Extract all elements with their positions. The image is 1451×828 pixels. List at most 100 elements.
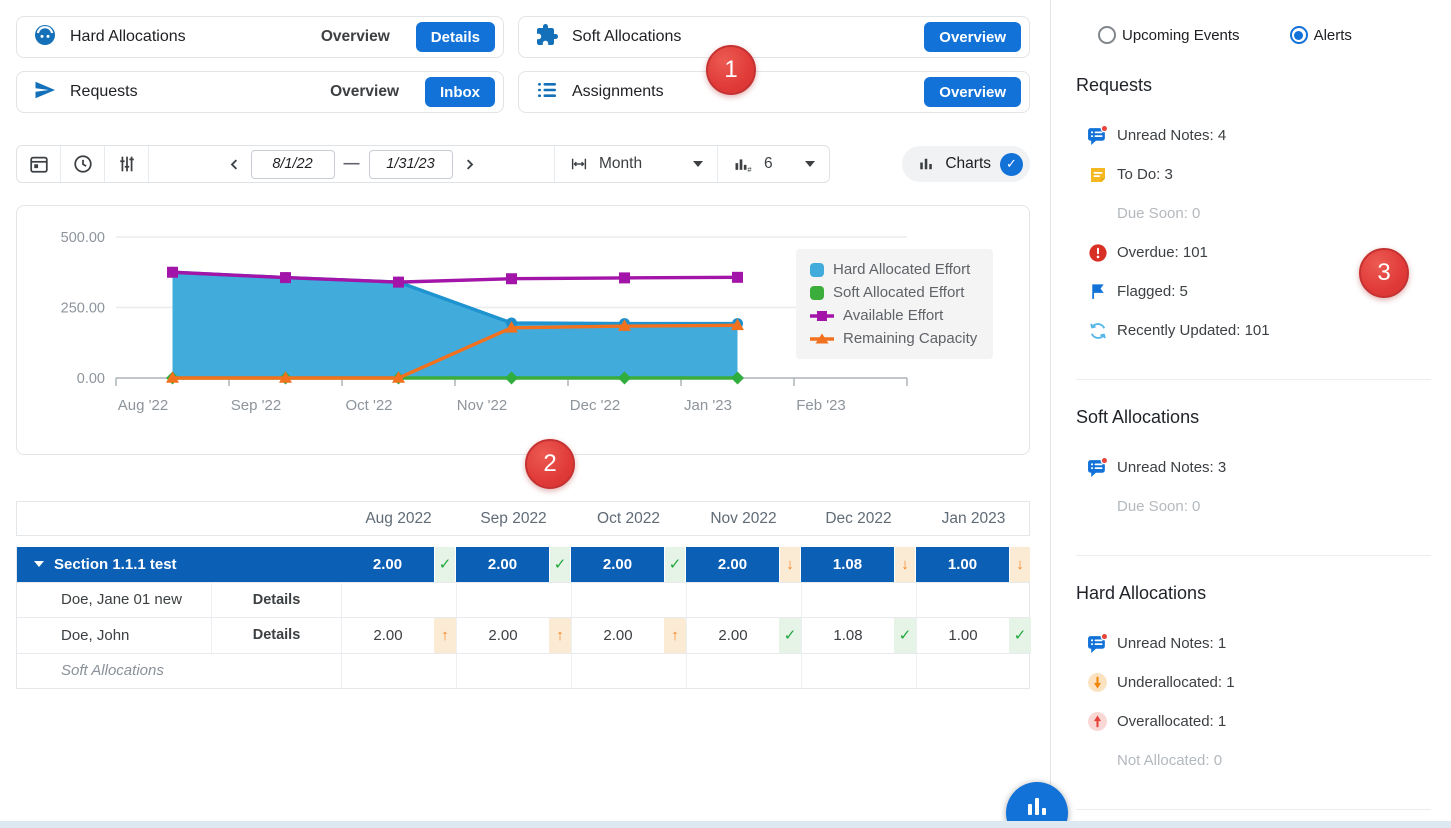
nav-cards: Hard Allocations Overview Details Soft A…: [16, 16, 1030, 113]
alert-item-label: Due Soon: 0: [1117, 205, 1200, 222]
chart-legend: Hard Allocated EffortSoft Allocated Effo…: [796, 249, 993, 359]
radio-label: Alerts: [1314, 27, 1352, 44]
next-period-chevron[interactable]: [462, 157, 477, 172]
alert-item-to-do[interactable]: To Do: 3: [1076, 155, 1431, 194]
chevron-down-icon: [693, 161, 703, 167]
section-title: Soft Allocations: [1076, 407, 1431, 428]
month-column-header: Nov 2022: [686, 510, 801, 528]
annotation-callout-2: 2: [525, 439, 575, 489]
puzzle-icon: [535, 23, 559, 52]
alert-item-unread-notes[interactable]: Unread Notes: 3: [1076, 448, 1431, 487]
details-link[interactable]: Details: [211, 583, 341, 618]
month-column-header: Jan 2023: [916, 510, 1031, 528]
overview-button[interactable]: Overview: [924, 77, 1021, 107]
alert-item-underallocated[interactable]: Underallocated: 1: [1076, 663, 1431, 702]
upcoming-events-radio[interactable]: Upcoming Events: [1098, 26, 1240, 44]
allocation-value-cell: [571, 583, 664, 618]
alert-item-label: Flagged: 5: [1117, 283, 1188, 300]
details-button[interactable]: Details: [416, 22, 495, 52]
legend-swatch: [810, 286, 824, 300]
interval-dropdown[interactable]: Month: [555, 146, 718, 182]
interval-value: Month: [599, 155, 683, 173]
alert-item-due-soon: Due Soon: 0: [1076, 487, 1431, 526]
status-up-icon: ↑: [434, 618, 456, 653]
allocation-value-cell: 1.00: [916, 618, 1009, 653]
svg-text:250.00: 250.00: [61, 301, 105, 317]
charts-toggle[interactable]: Charts ✓: [902, 146, 1030, 182]
details-link[interactable]: Details: [211, 618, 341, 653]
sidebar-sections: RequestsUnread Notes: 4To Do: 3Due Soon:…: [1076, 48, 1431, 810]
alert-item-overallocated[interactable]: Overallocated: 1: [1076, 702, 1431, 741]
card-hard-allocations: Hard Allocations Overview Details: [16, 16, 504, 58]
list-icon: [535, 78, 559, 107]
status-empty-cell: [549, 583, 571, 618]
status-ok-icon: ✓: [549, 547, 571, 582]
allocation-value-cell: 2.00: [571, 618, 664, 653]
overview-link[interactable]: Overview: [321, 28, 390, 46]
alert-item-label: Not Allocated: 0: [1117, 752, 1222, 769]
allocation-value-cell: 2.00: [571, 547, 664, 582]
alert-item-label: Overallocated: 1: [1117, 713, 1226, 730]
status-down-icon: ↓: [779, 547, 801, 582]
allocation-table: Aug 2022Sep 2022Oct 2022Nov 2022Dec 2022…: [16, 501, 1030, 689]
todo-note-icon: [1087, 164, 1108, 185]
allocation-value-cell: 1.08: [801, 618, 894, 653]
calendar-button[interactable]: [17, 146, 61, 182]
alert-item-label: Unread Notes: 3: [1117, 459, 1226, 476]
sidebar-mode-tabs: Upcoming Events Alerts: [1076, 0, 1431, 48]
unread-notes-icon: [1087, 125, 1108, 146]
bar-chart-icon: [918, 155, 936, 173]
toolbar-group: — Month # 6: [16, 145, 830, 183]
row-label[interactable]: Section 1.1.1 test: [17, 547, 341, 582]
card-title: Soft Allocations: [572, 28, 924, 46]
card-title: Requests: [70, 83, 330, 101]
period-count-dropdown[interactable]: # 6: [718, 146, 829, 182]
alert-item-not-allocated: Not Allocated: 0: [1076, 741, 1431, 780]
svg-text:Jan '23: Jan '23: [684, 397, 732, 414]
allocation-value-cell: [686, 583, 779, 618]
alerts-radio[interactable]: Alerts: [1290, 26, 1352, 44]
status-up-icon: ↑: [549, 618, 571, 653]
status-ok-icon: ✓: [1009, 618, 1031, 653]
legend-marker: [810, 309, 834, 323]
card-assignments: Assignments Overview: [518, 71, 1030, 113]
effort-chart-panel: 0.00250.00500.00Aug '22Sep '22Oct '22Nov…: [16, 205, 1030, 455]
sidebar-section-requests: RequestsUnread Notes: 4To Do: 3Due Soon:…: [1076, 48, 1431, 380]
svg-text:Oct '22: Oct '22: [345, 397, 392, 414]
alert-item-unread-notes[interactable]: Unread Notes: 4: [1076, 116, 1431, 155]
status-ok-icon: ✓: [434, 547, 456, 582]
alert-item-label: Recently Updated: 101: [1117, 322, 1270, 339]
overview-button[interactable]: Overview: [924, 22, 1021, 52]
chart-toolbar: — Month # 6 Charts ✓: [16, 145, 1030, 183]
date-to-input[interactable]: [369, 150, 453, 179]
annotation-callout-1: 1: [706, 45, 756, 95]
month-column-header: Sep 2022: [456, 510, 571, 528]
prev-period-chevron[interactable]: [227, 157, 242, 172]
card-title: Hard Allocations: [70, 28, 321, 46]
alert-item-recently-updated[interactable]: Recently Updated: 101: [1076, 311, 1431, 350]
overdue-icon: [1087, 242, 1108, 263]
collapse-caret-icon[interactable]: [34, 561, 44, 567]
section-title: Hard Allocations: [1076, 583, 1431, 604]
filter-settings-button[interactable]: [105, 146, 149, 182]
alert-item-unread-notes[interactable]: Unread Notes: 1: [1076, 624, 1431, 663]
clock-button[interactable]: [61, 146, 105, 182]
table-month-header: Aug 2022Sep 2022Oct 2022Nov 2022Dec 2022…: [16, 501, 1030, 536]
allocation-value-cell: [686, 654, 779, 689]
date-from-input[interactable]: [251, 150, 335, 179]
inbox-button[interactable]: Inbox: [425, 77, 495, 107]
sidebar-section-hard-allocations: Hard Allocations Unread Notes: 1Underallo…: [1076, 556, 1431, 810]
overview-link[interactable]: Overview: [330, 83, 399, 101]
allocation-value-cell: [571, 654, 664, 689]
status-empty-cell: [664, 583, 686, 618]
radio-icon: [1290, 26, 1308, 44]
table-body: Section 1.1.1 test2.00✓2.00✓2.00✓2.00↓1.…: [16, 547, 1030, 689]
svg-text:Sep '22: Sep '22: [231, 397, 281, 414]
allocation-value-cell: 2.00: [456, 618, 549, 653]
row-label: Doe, John: [17, 618, 211, 653]
row-label: Doe, Jane 01 new: [17, 583, 211, 618]
status-empty-cell: [664, 654, 686, 689]
send-icon: [33, 78, 57, 107]
radio-label: Upcoming Events: [1122, 27, 1240, 44]
allocation-value-cell: [801, 583, 894, 618]
